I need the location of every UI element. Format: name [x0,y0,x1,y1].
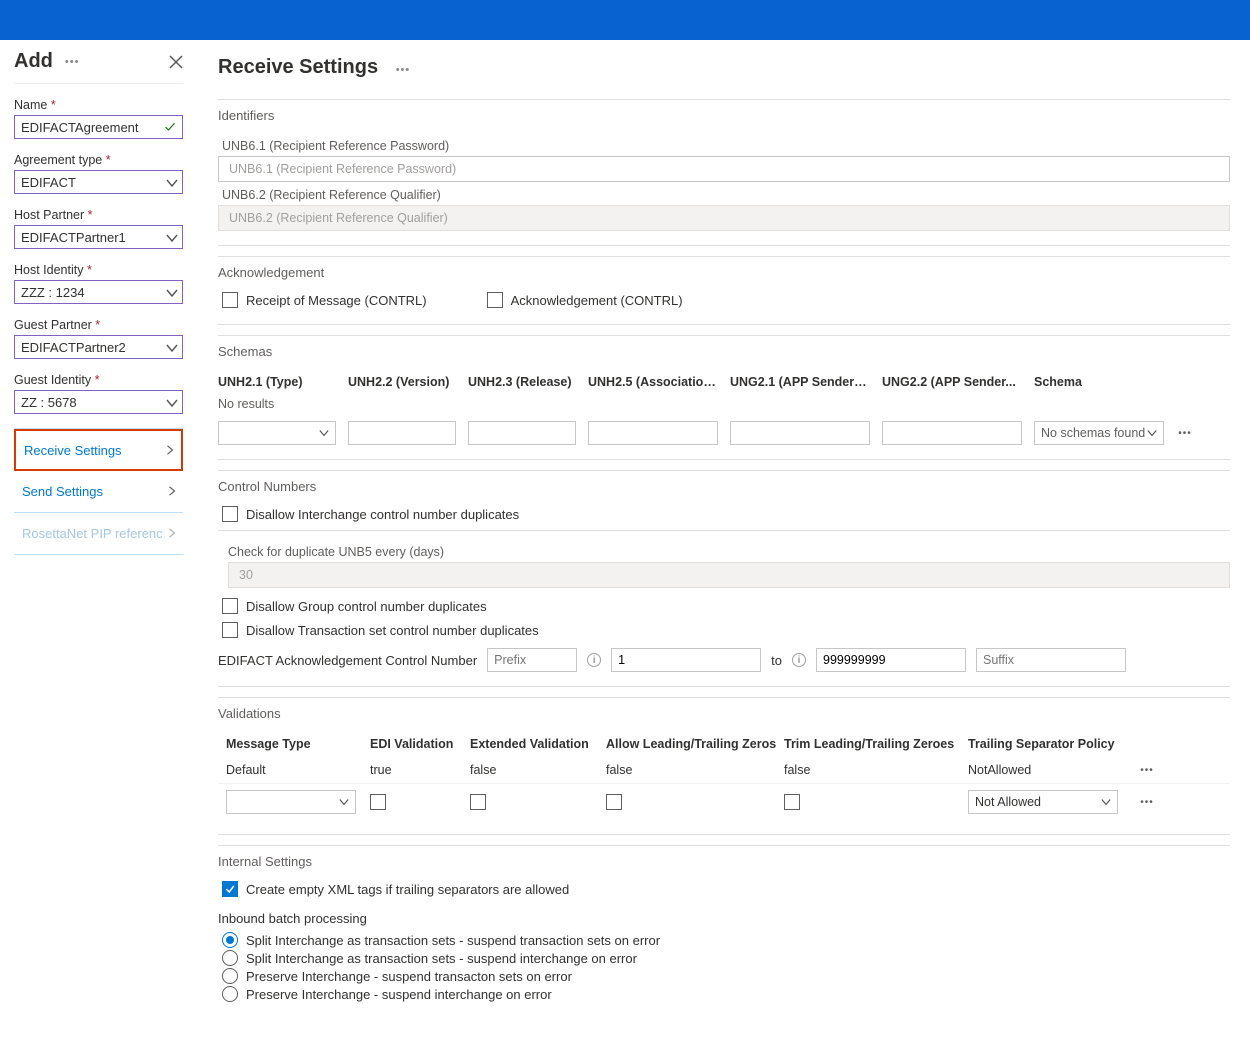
nav-rosettanet-pip[interactable]: RosettaNet PIP references [14,513,183,555]
section-control-numbers: Control Numbers [218,471,1230,504]
radio-icon [222,986,238,1002]
nav-send-settings[interactable]: Send Settings [14,471,183,513]
info-icon[interactable]: i [792,653,806,667]
create-empty-xml-checkbox[interactable]: Create empty XML tags if trailing separa… [222,881,1230,897]
radio-icon [222,968,238,984]
disallow-group-checkbox[interactable]: Disallow Group control number duplicates [222,598,1230,614]
unb62-input[interactable] [218,205,1230,231]
section-internal: Internal Settings [218,846,1230,879]
validations-header-row: Message Type EDI Validation Extended Val… [218,731,1230,757]
chevron-right-icon [165,443,175,458]
chevron-down-icon [166,342,176,352]
guest-identity-label: Guest Identity [14,373,183,387]
section-acknowledgement: Acknowledgement [218,257,1230,290]
schemas-no-results: No results [218,395,1230,415]
ext-checkbox[interactable] [470,794,486,810]
panel-title: Add [14,50,53,73]
ack-prefix-input[interactable] [487,648,577,672]
ung21-input[interactable] [730,421,870,445]
batch-opt-4[interactable]: Preserve Interchange - suspend interchan… [222,986,1230,1002]
batch-opt-3[interactable]: Preserve Interchange - suspend transacto… [222,968,1230,984]
guest-partner-select[interactable]: EDIFACTPartner2 [14,335,183,359]
checkbox-icon [222,506,238,522]
unb61-input[interactable] [218,156,1230,182]
schema-select[interactable]: No schemas found [1034,421,1164,445]
section-identifiers: Identifiers [218,100,1230,133]
receive-settings-panel: Receive Settings ••• Identifiers UNB6.1 … [198,40,1250,1062]
ack-to-input[interactable] [816,648,966,672]
more-icon[interactable]: ••• [382,64,411,76]
radio-icon [222,932,238,948]
trim-zeros-checkbox[interactable] [784,794,800,810]
msgtype-select[interactable] [226,790,356,814]
radio-icon [222,950,238,966]
validations-input-row: Not Allowed ••• [218,783,1230,820]
unb61-label: UNB6.1 (Recipient Reference Password) [222,139,1230,153]
batch-label: Inbound batch processing [218,911,1230,926]
allow-zeros-checkbox[interactable] [606,794,622,810]
unh25-input[interactable] [588,421,718,445]
top-bar [0,0,1250,40]
batch-opt-2[interactable]: Split Interchange as transaction sets - … [222,950,1230,966]
checkbox-icon [222,598,238,614]
more-icon[interactable]: ••• [61,56,161,68]
unb62-label: UNB6.2 (Recipient Reference Qualifier) [222,188,1230,202]
checkbox-icon [222,622,238,638]
ack-control-label: EDIFACT Acknowledgement Control Number [218,653,477,668]
close-icon[interactable] [169,55,183,69]
chevron-right-icon [167,484,177,499]
checkbox-icon [487,292,503,308]
chevron-right-icon [167,526,177,541]
section-validations: Validations [218,698,1230,731]
edi-checkbox[interactable] [370,794,386,810]
unh23-input[interactable] [468,421,576,445]
agreement-type-label: Agreement type [14,153,183,167]
guest-identity-select[interactable]: ZZ : 5678 [14,390,183,414]
chevron-down-icon [166,397,176,407]
policy-select[interactable]: Not Allowed [968,790,1118,814]
guest-partner-label: Guest Partner [14,318,183,332]
checkbox-icon [222,292,238,308]
nav-receive-settings[interactable]: Receive Settings [14,429,183,471]
section-schemas: Schemas [218,336,1230,369]
validation-row-more-icon[interactable]: ••• [1138,765,1156,776]
check-dup-input [228,562,1230,588]
chevron-down-icon [166,177,176,187]
page-title: Receive Settings [218,56,378,79]
chevron-down-icon [166,232,176,242]
host-identity-select[interactable]: ZZZ : 1234 [14,280,183,304]
host-partner-label: Host Partner [14,208,183,222]
validations-default-row: Default true false false false NotAllowe… [218,757,1230,783]
acknowledgement-checkbox[interactable]: Acknowledgement (CONTRL) [487,292,683,308]
agreement-type-select[interactable]: EDIFACT [14,170,183,194]
disallow-txn-checkbox[interactable]: Disallow Transaction set control number … [222,622,1230,638]
unh22-input[interactable] [348,421,456,445]
schema-row-more-icon[interactable]: ••• [1176,428,1194,439]
ack-suffix-input[interactable] [976,648,1126,672]
check-icon [164,121,176,133]
disallow-interchange-checkbox[interactable]: Disallow Interchange control number dupl… [222,506,1230,522]
schemas-input-row: No schemas found ••• [218,421,1230,445]
add-panel: Add ••• Name EDIFACTAgreement Agreement … [0,40,198,1062]
schemas-header-row: UNH2.1 (Type) UNH2.2 (Version) UNH2.3 (R… [218,369,1230,395]
check-dup-label: Check for duplicate UNB5 every (days) [228,545,1230,559]
checkbox-icon [222,881,238,897]
info-icon[interactable]: i [587,653,601,667]
ung22-input[interactable] [882,421,1022,445]
host-identity-label: Host Identity [14,263,183,277]
name-input[interactable]: EDIFACTAgreement [14,115,183,139]
host-partner-select[interactable]: EDIFACTPartner1 [14,225,183,249]
unh21-select[interactable] [218,421,336,445]
name-label: Name [14,98,183,112]
chevron-down-icon [166,287,176,297]
ack-from-input[interactable] [611,648,761,672]
validation-row-more-icon[interactable]: ••• [1138,797,1156,808]
receipt-of-message-checkbox[interactable]: Receipt of Message (CONTRL) [222,292,427,308]
batch-opt-1[interactable]: Split Interchange as transaction sets - … [222,932,1230,948]
